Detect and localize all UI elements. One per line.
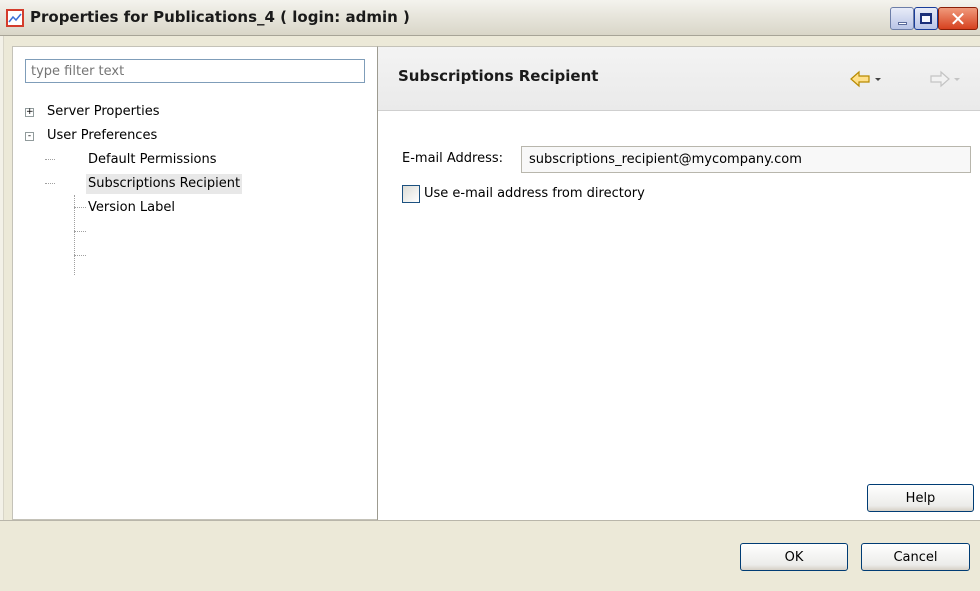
tree-item-label: Subscriptions Recipient [86,174,243,194]
minimize-icon [897,22,907,25]
cancel-button[interactable]: Cancel [861,543,970,571]
tree-connector [74,207,86,208]
back-arrow-icon [850,70,881,88]
tree-connector [45,159,55,160]
chart-icon [6,9,24,27]
maximize-icon [920,13,932,24]
page-title: Subscriptions Recipient [398,67,599,85]
tree-item-label: Server Properties [47,104,160,119]
tree-item-label: Default Permissions [88,152,217,167]
ok-button[interactable]: OK [740,543,848,571]
dialog-button-bar: OK Cancel [0,520,980,591]
back-button[interactable] [848,67,884,91]
tree-item-server-properties[interactable]: + Server Properties [25,102,365,122]
close-button[interactable]: ✕ [938,7,978,30]
collapse-icon[interactable]: - [25,132,34,141]
tree-connector [74,231,86,232]
navigation-panel: + Server Properties - User Preferences D… [12,46,377,520]
preference-tree: + Server Properties - User Preferences D… [13,47,377,519]
expand-icon[interactable]: + [25,108,34,117]
tree-item-version-label[interactable]: Version Label [88,198,358,218]
tree-item-label: User Preferences [47,128,158,143]
tree-connector [74,255,86,256]
forward-button[interactable] [928,67,964,91]
email-label: E-mail Address: [402,151,504,166]
use-directory-email-checkbox[interactable] [402,185,420,203]
window-border [0,36,4,591]
page-header: Subscriptions Recipient [378,47,980,111]
help-button[interactable]: Help [867,484,974,512]
tree-item-label: Version Label [88,200,176,215]
maximize-button[interactable] [914,7,938,30]
tree-item-subscriptions-recipient[interactable]: Subscriptions Recipient [86,174,356,194]
tree-item-user-preferences[interactable]: - User Preferences [25,126,365,146]
email-field[interactable] [521,146,971,173]
checkbox-label[interactable]: Use e-mail address from directory [424,186,645,201]
window-title: Properties for Publications_4 ( login: a… [30,8,410,26]
tree-item-default-permissions[interactable]: Default Permissions [88,150,358,170]
tree-connector [45,183,55,184]
preference-page: Subscriptions Recipient E-mail Address: … [377,46,980,520]
close-icon: ✕ [949,6,967,31]
minimize-button[interactable] [890,7,914,30]
forward-arrow-icon [930,70,960,88]
title-bar[interactable]: Properties for Publications_4 ( login: a… [0,0,980,36]
